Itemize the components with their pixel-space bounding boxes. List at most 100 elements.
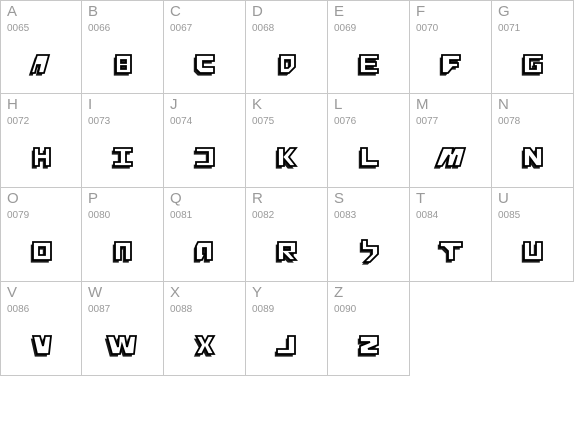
glyph-Q-icon [164, 226, 246, 276]
glyph-letter-label: R [252, 190, 263, 207]
glyph-letter-label: S [334, 190, 345, 207]
glyph-code-label: 0086 [7, 304, 30, 315]
glyph-cell-p: P 0080 [82, 188, 164, 282]
glyph-cell-w: W 0087 [82, 282, 164, 376]
glyph-letter-label: V [7, 284, 18, 301]
glyph-M-icon [410, 132, 492, 182]
glyph-letter-label: G [498, 3, 510, 20]
glyph-code-label: 0083 [334, 210, 357, 221]
glyph-code-label: 0076 [334, 116, 357, 127]
glyph-letter-label: P [88, 190, 99, 207]
glyph-cell-l: L 0076 [328, 94, 410, 188]
glyph-cell-i: I 0073 [82, 94, 164, 188]
glyph-letter-label: M [416, 96, 429, 113]
glyph-letter-label: T [416, 190, 426, 207]
glyph-cell-r: R 0082 [246, 188, 328, 282]
glyph-letter-label: E [334, 3, 345, 20]
glyph-code-label: 0065 [7, 23, 30, 34]
glyph-X-icon [164, 320, 246, 370]
glyph-E-icon [328, 39, 410, 89]
glyph-letter-label: Y [252, 284, 263, 301]
glyph-cell-v: V 0086 [0, 282, 82, 376]
glyph-code-label: 0073 [88, 116, 111, 127]
glyph-letter-label: X [170, 284, 181, 301]
glyph-code-label: 0079 [7, 210, 30, 221]
glyph-cell-x: X 0088 [164, 282, 246, 376]
glyph-K-icon [246, 132, 328, 182]
glyph-cell-c: C 0067 [164, 0, 246, 94]
glyph-I-icon [82, 132, 164, 182]
glyph-letter-label: C [170, 3, 181, 20]
glyph-code-label: 0087 [88, 304, 111, 315]
glyph-P-icon [82, 226, 164, 276]
glyph-letter-label: A [7, 3, 18, 20]
glyph-letter-label: I [88, 96, 93, 113]
glyph-cell-t: T 0084 [410, 188, 492, 282]
glyph-code-label: 0088 [170, 304, 193, 315]
glyph-T-icon [410, 226, 492, 276]
glyph-letter-label: J [170, 96, 178, 113]
glyph-cell-k: K 0075 [246, 94, 328, 188]
glyph-letter-label: K [252, 96, 263, 113]
glyph-B-icon [82, 39, 164, 89]
glyph-letter-label: W [88, 284, 103, 301]
glyph-letter-label: D [252, 3, 263, 20]
glyph-cell-g: G 0071 [492, 0, 574, 94]
glyph-code-label: 0078 [498, 116, 521, 127]
glyph-U-icon [492, 226, 574, 276]
glyph-letter-label: H [7, 96, 18, 113]
glyph-C-icon [164, 39, 246, 89]
glyph-cell-h: H 0072 [0, 94, 82, 188]
glyph-letter-label: U [498, 190, 509, 207]
glyph-letter-label: F [416, 3, 426, 20]
glyph-letter-label: N [498, 96, 509, 113]
glyph-cell-q: Q 0081 [164, 188, 246, 282]
glyph-code-label: 0071 [498, 23, 521, 34]
glyph-J-icon [164, 132, 246, 182]
glyph-V-icon [1, 320, 83, 370]
glyph-D-icon [246, 39, 328, 89]
glyph-cell-a: A 0065 [0, 0, 82, 94]
glyph-cell-d: D 0068 [246, 0, 328, 94]
glyph-cell-e: E 0069 [328, 0, 410, 94]
glyph-cell-s: S 0083 [328, 188, 410, 282]
glyph-code-label: 0082 [252, 210, 275, 221]
glyph-H-icon [1, 132, 83, 182]
glyph-L-icon [328, 132, 410, 182]
glyph-cell-f: F 0070 [410, 0, 492, 94]
glyph-cell-y: Y 0089 [246, 282, 328, 376]
glyph-cell-n: N 0078 [492, 94, 574, 188]
character-map-grid: A 0065 B 0066 C 0067 D 0068 E 0069 F 0070 G 0071 H 0072… [0, 0, 575, 421]
glyph-cell-j: J 0074 [164, 94, 246, 188]
glyph-letter-label: Q [170, 190, 182, 207]
glyph-letter-label: B [88, 3, 99, 20]
glyph-F-icon [410, 39, 492, 89]
glyph-code-label: 0085 [498, 210, 521, 221]
glyph-code-label: 0075 [252, 116, 275, 127]
glyph-code-label: 0067 [170, 23, 193, 34]
glyph-S-icon [328, 226, 410, 276]
glyph-code-label: 0080 [88, 210, 111, 221]
glyph-code-label: 0068 [252, 23, 275, 34]
glyph-N-icon [492, 132, 574, 182]
glyph-code-label: 0089 [252, 304, 275, 315]
glyph-code-label: 0084 [416, 210, 439, 221]
glyph-A-icon [1, 39, 83, 89]
glyph-code-label: 0069 [334, 23, 357, 34]
glyph-letter-label: L [334, 96, 343, 113]
glyph-G-icon [492, 39, 574, 89]
glyph-W-icon [82, 320, 164, 370]
glyph-cell-z: Z 0090 [328, 282, 410, 376]
glyph-cell-m: M 0077 [410, 94, 492, 188]
glyph-code-label: 0072 [7, 116, 30, 127]
glyph-letter-label: Z [334, 284, 344, 301]
glyph-cell-u: U 0085 [492, 188, 574, 282]
glyph-code-label: 0081 [170, 210, 193, 221]
glyph-cell-b: B 0066 [82, 0, 164, 94]
glyph-code-label: 0077 [416, 116, 439, 127]
glyph-Y-icon [246, 320, 328, 370]
glyph-R-icon [246, 226, 328, 276]
glyph-O-icon [1, 226, 83, 276]
glyph-code-label: 0070 [416, 23, 439, 34]
glyph-letter-label: O [7, 190, 19, 207]
